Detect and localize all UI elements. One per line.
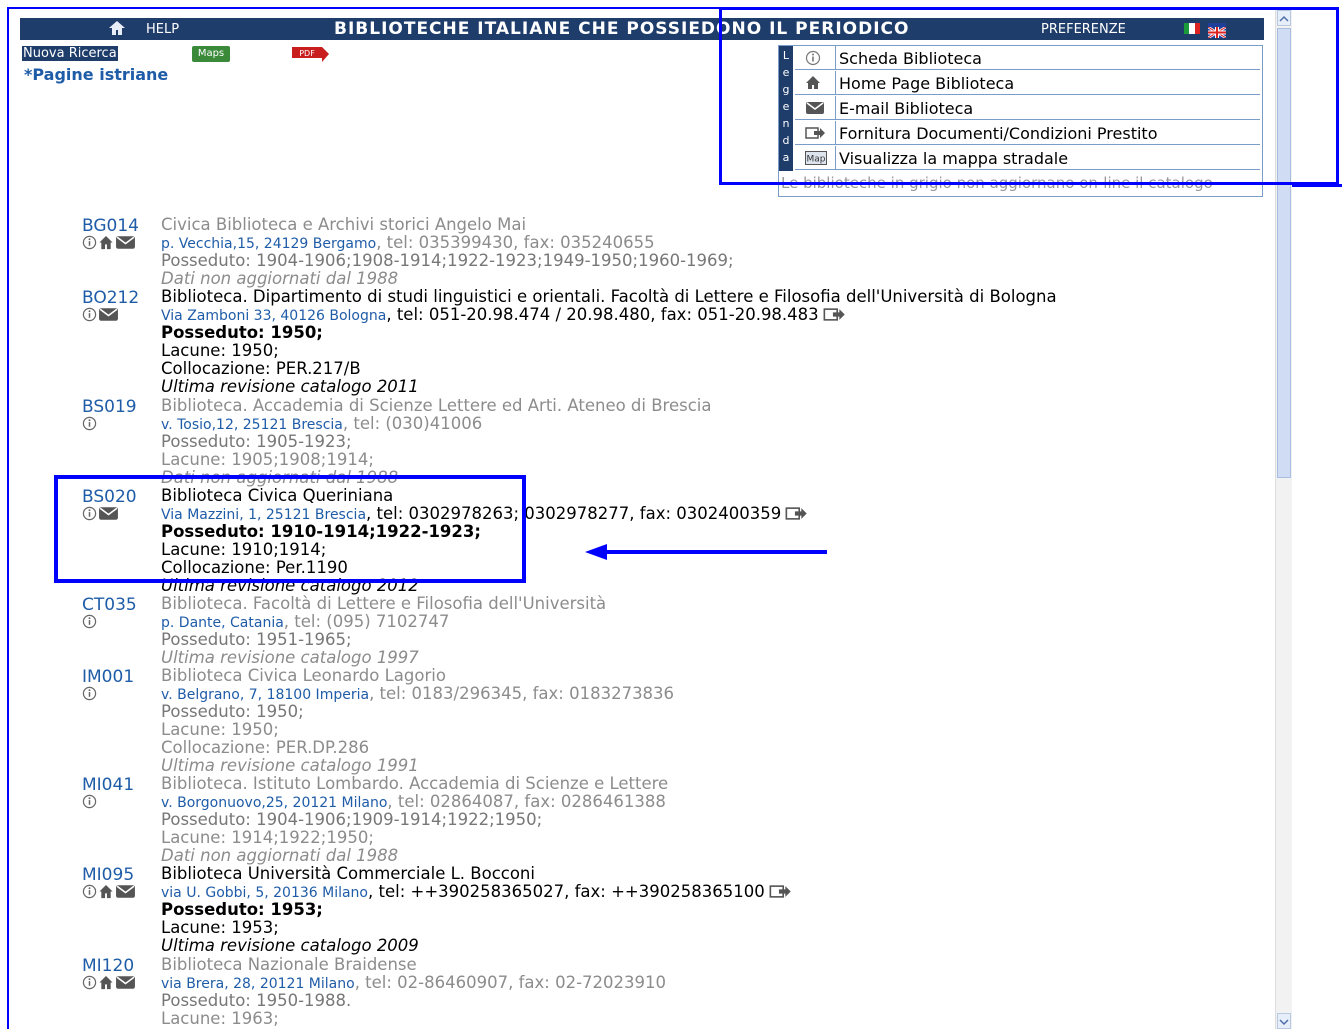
- email-icon[interactable]: [115, 235, 136, 251]
- home-icon[interactable]: [98, 884, 114, 900]
- catalog-note: Dati non aggiornati dal 1988: [161, 846, 399, 865]
- pagine-istriane-link[interactable]: *Pagine istriane: [24, 65, 168, 84]
- catalog-note: Ultima revisione catalogo 2009: [161, 936, 419, 955]
- library-icons: [82, 794, 97, 810]
- library-name: Biblioteca Università Commerciale L. Boc…: [161, 864, 535, 883]
- posseduto-text: Posseduto: 1950-1988.: [161, 991, 352, 1010]
- address-map-link[interactable]: Via Zamboni 33, 40126 Bologna: [161, 308, 386, 324]
- library-code-link[interactable]: MI041: [82, 775, 134, 795]
- library-icons: [82, 686, 97, 702]
- library-code-link[interactable]: MI095: [82, 865, 134, 885]
- address-map-link[interactable]: v. Tosio,12, 25121 Brescia: [161, 417, 343, 433]
- library-icons: [82, 235, 136, 251]
- address-map-link[interactable]: p. Dante, Catania: [161, 615, 284, 631]
- pdf-icon[interactable]: PDF: [292, 45, 330, 63]
- library-name: Biblioteca Nazionale Braidense: [161, 955, 417, 974]
- document-delivery-icon[interactable]: [785, 506, 807, 525]
- lacune-text: Lacune: 1953;: [161, 918, 279, 937]
- maps-icon[interactable]: Maps: [192, 46, 230, 62]
- collocazione-text: Collocazione: PER.DP.286: [161, 738, 370, 757]
- lacune-text: Lacune: 1914;1922;1950;: [161, 828, 374, 847]
- annotation-box-legend: [719, 7, 1339, 185]
- library-icons: [82, 416, 97, 432]
- lacune-text: Lacune: 1963;: [161, 1009, 279, 1028]
- email-icon[interactable]: [115, 884, 136, 900]
- annotation-arrow-icon: [585, 542, 830, 566]
- address-map-link[interactable]: v. Belgrano, 7, 18100 Imperia: [161, 687, 369, 703]
- annotation-frame-left: [7, 7, 9, 1029]
- home-icon[interactable]: [98, 235, 114, 251]
- lacune-text: Lacune: 1905;1908;1914;: [161, 450, 374, 469]
- home-icon[interactable]: [98, 975, 114, 991]
- document-delivery-icon[interactable]: [769, 884, 791, 903]
- library-code-link[interactable]: BO212: [82, 288, 139, 308]
- library-name: Biblioteca. Dipartimento di studi lingui…: [161, 287, 1057, 306]
- library-name: Civica Biblioteca e Archivi storici Ange…: [161, 215, 527, 234]
- library-name: Biblioteca. Istituto Lombardo. Accademia…: [161, 774, 669, 793]
- nuova-ricerca-link[interactable]: Nuova Ricerca: [22, 46, 118, 61]
- info-icon[interactable]: [82, 614, 97, 630]
- info-icon[interactable]: [82, 416, 97, 432]
- catalog-note: Dati non aggiornati dal 1988: [161, 269, 399, 288]
- posseduto-text: Posseduto: 1950;: [161, 323, 323, 342]
- catalog-note: Ultima revisione catalogo 1997: [161, 648, 419, 667]
- info-icon[interactable]: [82, 794, 97, 810]
- collocazione-text: Collocazione: PER.217/B: [161, 359, 361, 378]
- document-delivery-icon[interactable]: [823, 307, 845, 326]
- info-icon[interactable]: [82, 686, 97, 702]
- library-code-link[interactable]: BS019: [82, 397, 137, 417]
- lacune-text: Lacune: 1950;: [161, 341, 279, 360]
- library-name: Biblioteca Civica Leonardo Lagorio: [161, 666, 446, 685]
- posseduto-text: Posseduto: 1953;: [161, 900, 323, 919]
- library-icons: [82, 614, 97, 630]
- address-map-link[interactable]: via Brera, 28, 20121 Milano: [161, 976, 355, 992]
- posseduto-text: Posseduto: 1904-1906;1908-1914;1922-1923…: [161, 251, 734, 270]
- library-code-link[interactable]: CT035: [82, 595, 137, 615]
- library-code-link[interactable]: BG014: [82, 216, 139, 236]
- info-icon[interactable]: [82, 235, 97, 251]
- address-map-link[interactable]: v. Borgonuovo,25, 20121 Milano: [161, 795, 387, 811]
- address-map-link[interactable]: p. Vecchia,15, 24129 Bergamo: [161, 236, 376, 252]
- catalog-note: Ultima revisione catalogo 2011: [161, 377, 419, 396]
- library-code-link[interactable]: MI120: [82, 956, 134, 976]
- help-link[interactable]: HELP: [146, 22, 179, 37]
- library-icons: [82, 307, 119, 323]
- scroll-down-button[interactable]: [1277, 1013, 1291, 1029]
- posseduto-text: Posseduto: 1951-1965;: [161, 630, 352, 649]
- address-map-link[interactable]: via U. Gobbi, 5, 20136 Milano: [161, 885, 368, 901]
- home-icon[interactable]: [108, 20, 126, 40]
- annotation-line: [1292, 184, 1342, 187]
- library-icons: [82, 975, 136, 991]
- email-icon[interactable]: [115, 975, 136, 991]
- library-icons: [82, 884, 136, 900]
- annotation-box-bs020: [54, 475, 526, 583]
- catalog-note: Ultima revisione catalogo 1991: [161, 756, 419, 775]
- posseduto-text: Posseduto: 1904-1906;1909-1914;1922;1950…: [161, 810, 543, 829]
- lacune-text: Lacune: 1950;: [161, 720, 279, 739]
- library-name: Biblioteca. Facoltà di Lettere e Filosof…: [161, 594, 607, 613]
- posseduto-text: Posseduto: 1905-1923;: [161, 432, 352, 451]
- svg-text:PDF: PDF: [299, 49, 315, 58]
- info-icon[interactable]: [82, 975, 97, 991]
- library-code-link[interactable]: IM001: [82, 667, 134, 687]
- info-icon[interactable]: [82, 884, 97, 900]
- info-icon[interactable]: [82, 307, 97, 323]
- email-icon[interactable]: [98, 307, 119, 323]
- posseduto-text: Posseduto: 1950;: [161, 702, 304, 721]
- library-name: Biblioteca. Accademia di Scienze Lettere…: [161, 396, 712, 415]
